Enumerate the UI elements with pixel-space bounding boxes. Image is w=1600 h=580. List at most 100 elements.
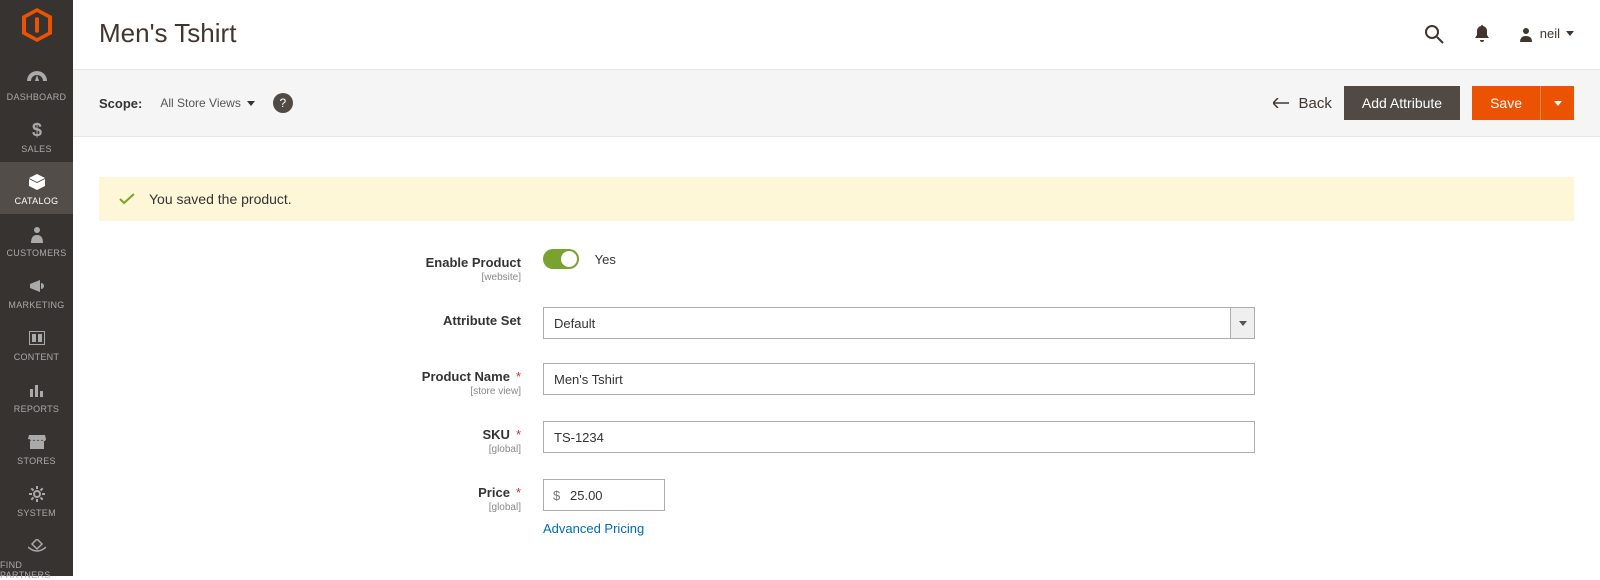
success-message: You saved the product. — [99, 177, 1574, 221]
toggle-value-text: Yes — [595, 252, 616, 267]
sidebar: DASHBOARD $ SALES CATALOG CUSTOMERS MARK… — [0, 0, 73, 576]
toolbar: Scope: All Store Views ? Back Add Attrib… — [73, 69, 1600, 137]
bell-icon — [1474, 25, 1490, 43]
save-button-group: Save — [1472, 86, 1574, 120]
enable-product-toggle[interactable] — [543, 249, 579, 269]
magento-logo[interactable] — [17, 8, 57, 42]
caret-down-icon — [247, 101, 255, 106]
select-value: Default — [543, 307, 1231, 339]
field-label: Enable Product — [426, 255, 521, 270]
field-price: Price* [global] $ Advanced Pricing — [103, 479, 1570, 536]
field-label-col: Price* [global] — [103, 479, 543, 513]
required-mark: * — [516, 485, 521, 500]
person-icon — [30, 224, 44, 244]
product-form: Enable Product [website] Yes Attribute S… — [73, 249, 1600, 580]
field-control-col: $ Advanced Pricing — [543, 479, 665, 536]
field-control-col — [543, 421, 1255, 453]
search-icon — [1424, 24, 1444, 44]
save-button[interactable]: Save — [1472, 86, 1540, 120]
nav-label: STORES — [17, 456, 56, 466]
sidebar-item-customers[interactable]: CUSTOMERS — [0, 214, 73, 266]
sidebar-item-dashboard[interactable]: DASHBOARD — [0, 58, 73, 110]
field-label: SKU — [482, 427, 509, 442]
sidebar-item-reports[interactable]: REPORTS — [0, 370, 73, 422]
sidebar-item-marketing[interactable]: MARKETING — [0, 266, 73, 318]
field-label: Attribute Set — [443, 313, 521, 328]
gear-icon — [29, 484, 45, 504]
toolbar-left: Scope: All Store Views ? — [99, 93, 293, 113]
nav-label: CUSTOMERS — [6, 248, 66, 258]
bar-chart-icon — [29, 380, 45, 400]
check-icon — [119, 193, 135, 205]
gauge-icon — [27, 68, 47, 88]
save-options-button[interactable] — [1540, 86, 1574, 120]
sidebar-item-system[interactable]: SYSTEM — [0, 474, 73, 526]
nav-label: SALES — [21, 144, 52, 154]
field-control-col: Yes — [543, 249, 616, 269]
arrow-left-icon — [1273, 98, 1289, 108]
field-enable-product: Enable Product [website] Yes — [103, 249, 1570, 283]
field-product-name: Product Name * [store view] — [103, 363, 1570, 397]
toolbar-right: Back Add Attribute Save — [1273, 86, 1574, 120]
price-input-wrap: $ — [543, 479, 665, 511]
user-menu[interactable]: neil — [1518, 26, 1574, 42]
field-attribute-set: Attribute Set Default — [103, 307, 1570, 339]
sku-input[interactable] — [543, 421, 1255, 453]
field-label-col: Enable Product [website] — [103, 249, 543, 283]
field-label-col: Attribute Set — [103, 307, 543, 328]
field-label-col: SKU * [global] — [103, 421, 543, 455]
currency-prefix: $ — [553, 479, 560, 511]
field-label: Product Name — [422, 369, 510, 384]
back-label: Back — [1299, 95, 1332, 112]
field-sublabel: [store view] — [103, 386, 521, 397]
add-attribute-button[interactable]: Add Attribute — [1344, 86, 1460, 120]
sidebar-item-sales[interactable]: $ SALES — [0, 110, 73, 162]
select-caret — [1231, 307, 1255, 339]
main-content: Men's Tshirt neil Scope: All Store Views… — [73, 0, 1600, 580]
required-mark: * — [516, 369, 521, 384]
sidebar-item-find-partners[interactable]: FIND PARTNERS — [0, 526, 73, 580]
search-button[interactable] — [1422, 22, 1446, 46]
caret-down-icon — [1566, 31, 1574, 36]
product-name-input[interactable] — [543, 363, 1255, 395]
scope-switcher[interactable]: All Store Views — [160, 96, 254, 110]
layout-icon — [29, 328, 45, 348]
scope-help-button[interactable]: ? — [273, 93, 293, 113]
required-mark: * — [516, 427, 521, 442]
attribute-set-select[interactable]: Default — [543, 307, 1255, 339]
field-sku: SKU * [global] — [103, 421, 1570, 455]
caret-down-icon — [1239, 321, 1247, 326]
notifications-button[interactable] — [1470, 22, 1494, 46]
field-control-col: Default — [543, 307, 1255, 339]
nav-label: REPORTS — [14, 404, 59, 414]
price-input[interactable] — [543, 479, 665, 511]
store-icon — [28, 432, 46, 452]
nav-label: CATALOG — [15, 196, 59, 206]
scope-value-text: All Store Views — [160, 96, 240, 110]
nav-label: CONTENT — [14, 352, 60, 362]
toggle-knob — [561, 251, 577, 267]
back-button[interactable]: Back — [1273, 95, 1332, 112]
sidebar-item-stores[interactable]: STORES — [0, 422, 73, 474]
cube-icon — [28, 172, 46, 192]
success-message-text: You saved the product. — [149, 191, 292, 207]
user-icon — [1518, 26, 1534, 42]
scope-label: Scope: — [99, 96, 142, 111]
user-name: neil — [1540, 26, 1560, 41]
header-actions: neil — [1422, 22, 1574, 46]
advanced-pricing-link[interactable]: Advanced Pricing — [543, 521, 644, 536]
page-header: Men's Tshirt neil — [73, 0, 1600, 69]
megaphone-icon — [28, 276, 46, 296]
field-control-col — [543, 363, 1255, 395]
field-sublabel: [global] — [103, 502, 521, 513]
nav-label: DASHBOARD — [7, 92, 67, 102]
nav-label: MARKETING — [8, 300, 64, 310]
caret-down-icon — [1554, 101, 1562, 106]
sidebar-item-content[interactable]: CONTENT — [0, 318, 73, 370]
sidebar-item-catalog[interactable]: CATALOG — [0, 162, 73, 214]
partners-icon — [28, 536, 46, 556]
page-title: Men's Tshirt — [99, 18, 236, 49]
svg-text:$: $ — [31, 121, 41, 139]
field-label-col: Product Name * [store view] — [103, 363, 543, 397]
field-sublabel: [global] — [103, 444, 521, 455]
